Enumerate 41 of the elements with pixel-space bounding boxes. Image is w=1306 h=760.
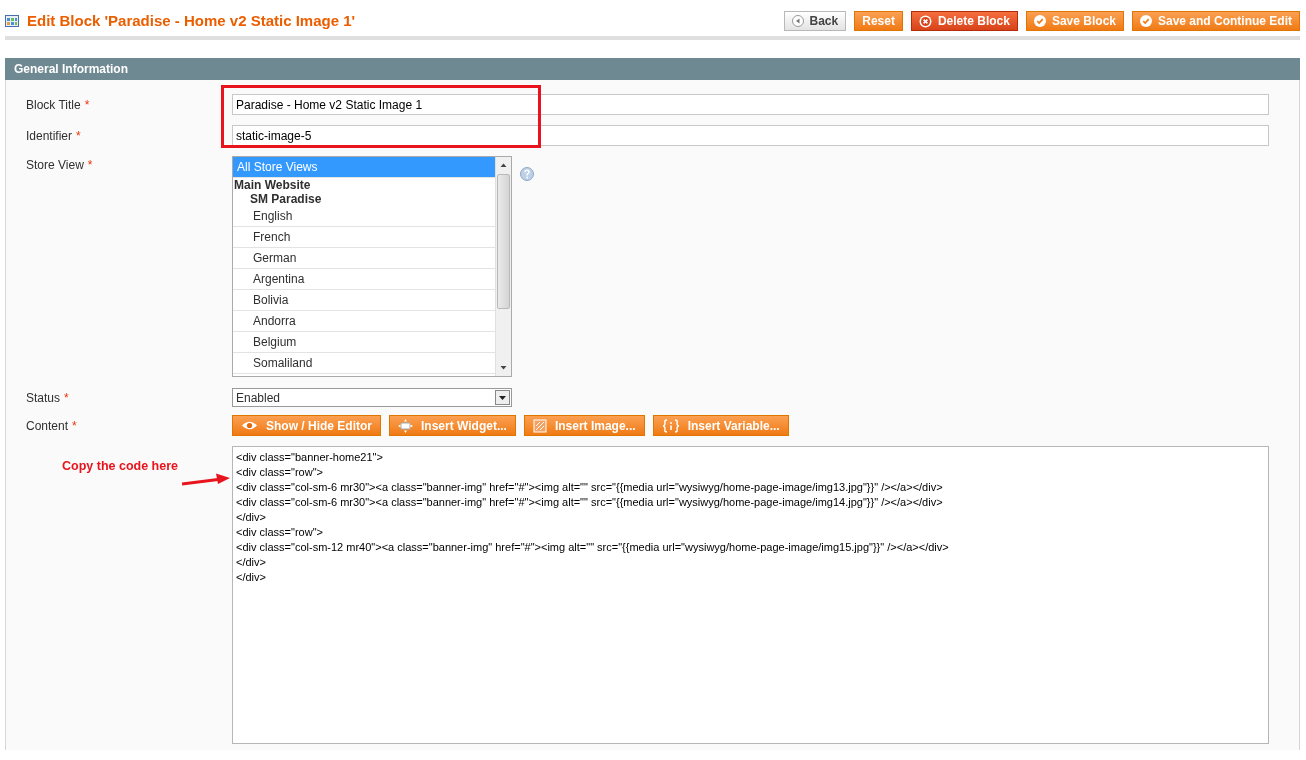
required-asterisk: * xyxy=(76,128,81,143)
status-select[interactable]: Enabled xyxy=(232,388,512,407)
field-label: Block Title xyxy=(26,97,81,112)
back-icon xyxy=(791,15,804,27)
field-label: Identifier xyxy=(26,128,73,143)
check-icon xyxy=(1140,15,1152,27)
required-asterisk: * xyxy=(87,158,93,172)
field-label: Content xyxy=(26,418,69,433)
annotation-arrow xyxy=(182,473,230,487)
grid-icon xyxy=(5,15,19,27)
required-asterisk: * xyxy=(64,390,69,405)
required-asterisk: * xyxy=(84,97,90,112)
required-asterisk: * xyxy=(72,418,77,433)
store-view-list[interactable]: All Store Views Main Website SM Paradise English French German Argentina Bolivia Andorra Belgium Somaliland xyxy=(232,156,512,377)
list-option[interactable]: Somaliland xyxy=(233,353,495,374)
annotation-text: Copy the code here xyxy=(62,458,178,475)
text-input[interactable]: static-image-5 xyxy=(232,125,1269,146)
scrollbar-thumb[interactable] xyxy=(497,174,510,309)
move-icon xyxy=(398,418,413,433)
list-option[interactable]: German xyxy=(233,248,495,269)
delete-button[interactable]: Delete Block xyxy=(910,11,1018,31)
eye-icon xyxy=(241,420,258,431)
field-label: Store View xyxy=(26,158,84,172)
image-icon xyxy=(532,418,547,433)
list-option[interactable]: Argentina xyxy=(233,269,495,290)
list-option[interactable]: Belgium xyxy=(233,332,495,353)
list-option[interactable]: French xyxy=(233,227,495,248)
field-label: Status xyxy=(26,390,61,405)
list-option[interactable]: Andorra xyxy=(233,311,495,332)
option-group[interactable]: Main Website xyxy=(233,178,495,192)
list-option[interactable]: English xyxy=(233,206,495,227)
braces-icon xyxy=(661,418,680,433)
option-group[interactable]: SM Paradise xyxy=(233,192,495,206)
content-textarea[interactable]: <div class="banner-home21"> <div class="row"> <div class="col-sm-6 mr30"><a class="banner-img" href="#"><img alt="" src="{{media url="wysiwyg/home-page-image/img13.jpg"}}" /></a></div> <div class="col-sm-6 mr30"><a class="banner-img" href="#"><img alt="" src="{{media url="wysiwyg/home-page-image/img14.jpg"}}" /></a></div> </div> <div class="row"> <div class="col-sm-12 mr40"><a class="banner-img" href="#"><img alt="" src="{{media url="wysiwyg/home-page-image/img15.jpg"}}" /></a></div> </div> </div> xyxy=(232,446,1269,744)
text-input[interactable]: Paradise - Home v2 Static Image 1 xyxy=(232,94,1269,115)
check-icon xyxy=(1033,15,1046,27)
page-title: Edit Block 'Paradise - Home v2 Static Image 1' xyxy=(27,12,356,30)
list-option[interactable]: Bolivia xyxy=(233,290,495,311)
close-icon xyxy=(918,14,932,28)
section-header: General Information xyxy=(5,58,1300,80)
back-button[interactable]: Back xyxy=(783,11,847,31)
